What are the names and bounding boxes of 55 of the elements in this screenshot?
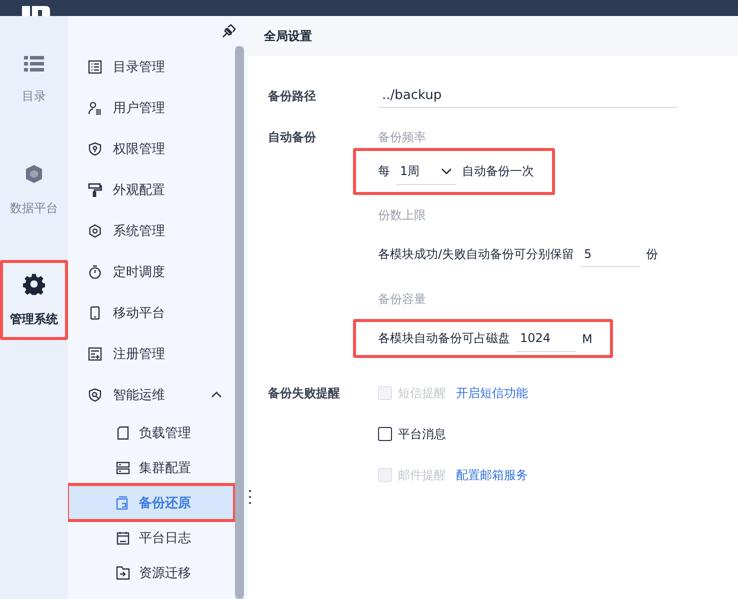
menu-item[interactable]: 系统管理 [68,210,234,251]
stopwatch-icon [88,264,102,278]
settings-icon [88,224,102,238]
frequency-prefix: 每 [378,163,390,180]
server-icon [116,460,130,474]
menu-item[interactable]: 用户管理 [68,87,234,128]
settings-icon [23,272,45,294]
checkbox-label: 平台消息 [398,426,446,442]
form-icon [88,346,102,360]
caption: 份数上限 [378,207,427,224]
user-icon [88,100,102,114]
menu-item[interactable]: 外观配置 [68,169,234,210]
menu-item[interactable]: 资源迁移 [68,555,234,590]
chevron-icon [211,391,222,398]
menu-item[interactable]: 负载管理 [68,415,234,450]
field-label: 自动备份 [268,129,317,146]
checkbox-label: 邮件提醒 [398,466,446,484]
unit-label: M [582,332,592,346]
scrollbar[interactable] [235,46,244,599]
logo-icon [22,6,50,16]
menu-item[interactable]: 智能运维 [68,374,234,415]
calendar-icon [116,530,130,544]
import-icon [116,566,130,580]
copy-icon [116,496,130,510]
field-label: 备份路径 [268,88,317,105]
frequency-suffix: 自动备份一次 [462,163,534,180]
page-title: 全局设置 [248,16,738,56]
field-label: 备份失败提醒 [268,385,341,402]
sd-card-icon [116,426,130,440]
menu-item[interactable]: 移动平台 [68,292,234,333]
menu-item[interactable]: 集群配置 [68,450,234,485]
menu-item[interactable]: 平台日志 [68,520,234,555]
menu-item[interactable]: 定时调度 [68,251,234,292]
rail-item[interactable]: 管理系统 [0,260,68,340]
drag-handle-icon[interactable] [249,490,252,504]
cube-icon [24,164,44,184]
chevron-icon [441,168,452,174]
caption: 备份频率 [378,129,427,146]
copies-text: 各模块成功/失败自动备份可分别保留 [378,246,574,262]
pin-icon[interactable] [222,24,236,38]
checkbox-label: 短信提醒 [398,384,446,402]
menu-item[interactable]: 注册管理 [68,333,234,374]
magnifier-icon [88,388,102,402]
capacity-text: 各模块自动备份可占磁盘 [378,330,510,347]
menu-item[interactable]: 权限管理 [68,128,234,169]
phone-icon [88,306,102,320]
unit-label: 份 [646,246,658,262]
checkbox[interactable] [378,427,392,441]
frequency-select[interactable]: 1周 [396,158,456,184]
list-icon [88,60,102,74]
shield-icon [88,142,102,156]
menu-item[interactable]: 目录管理 [68,46,234,87]
paint-roller-icon [88,182,102,196]
list-icon [24,56,44,72]
caption: 备份容量 [378,291,427,308]
